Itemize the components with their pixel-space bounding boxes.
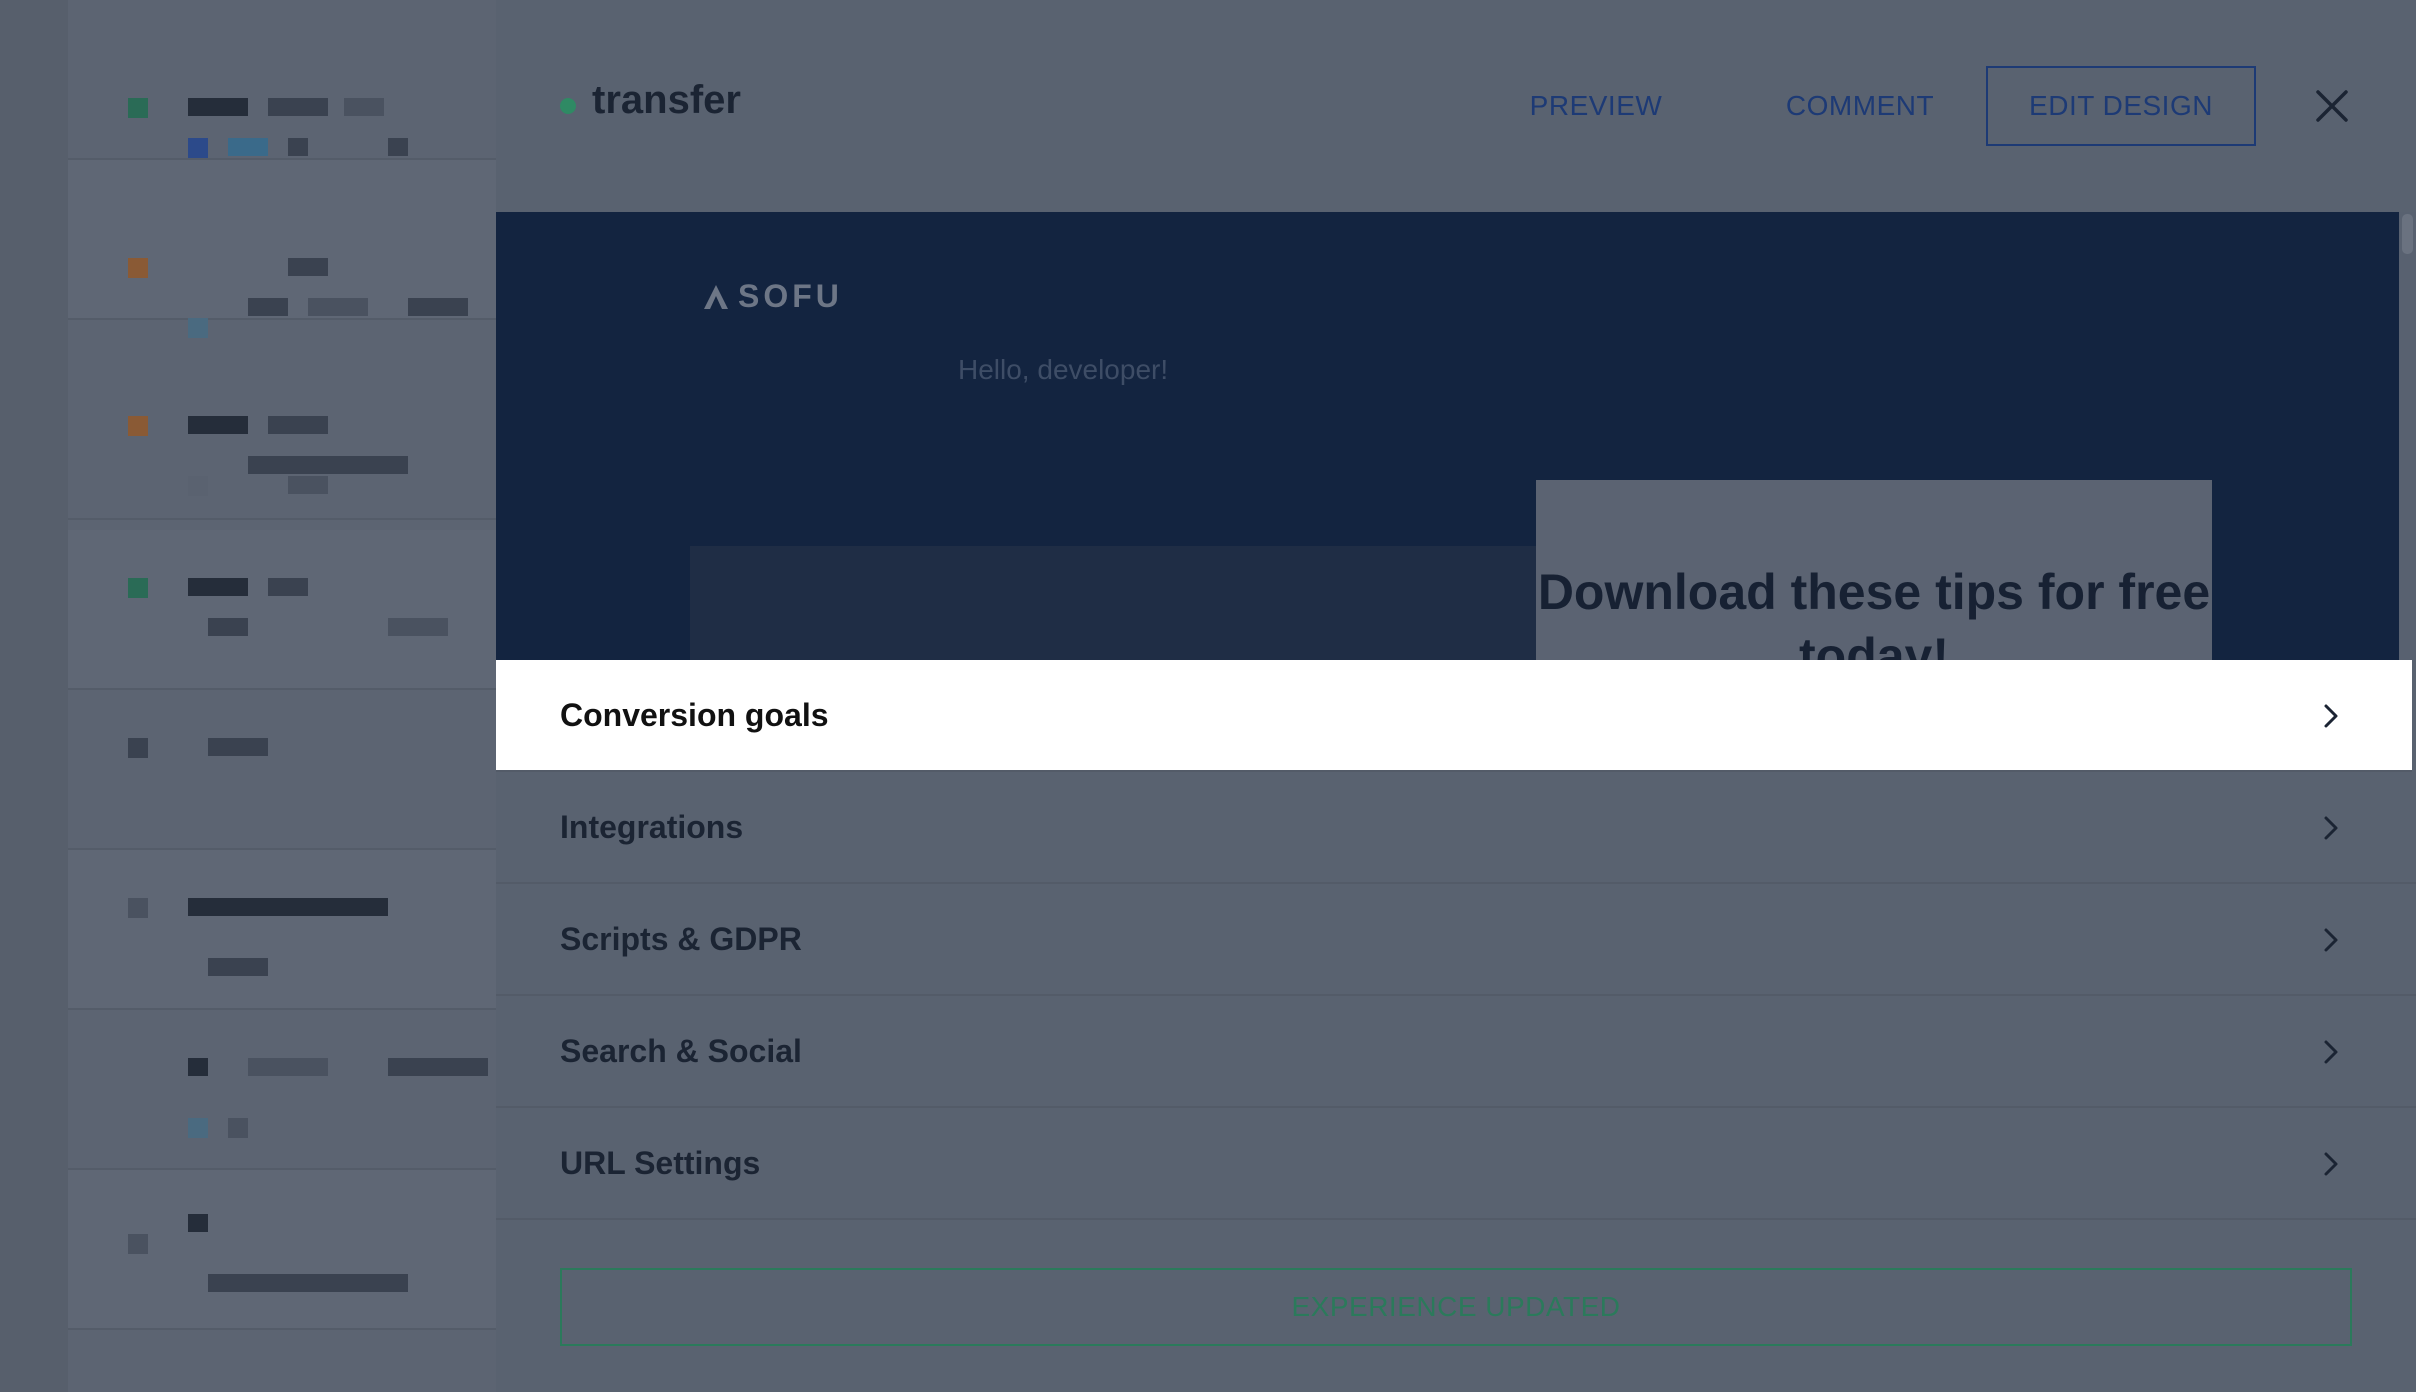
experience-updated-button[interactable]: EXPERIENCE UPDATED (560, 1268, 2352, 1346)
background-list-row (68, 850, 496, 1010)
status-dot (560, 98, 576, 114)
background-list-row (68, 530, 496, 690)
settings-item-label: URL Settings (560, 1144, 761, 1181)
background-list-row (68, 0, 496, 160)
preview-logo-text: SOFU (738, 278, 843, 314)
background-list-row (68, 1170, 496, 1330)
chevron-right-icon (2320, 1146, 2344, 1182)
background-list-row (68, 1010, 496, 1170)
settings-item-label: Scripts & GDPR (560, 920, 802, 957)
settings-item-label: Search & Social (560, 1032, 802, 1069)
comment-button[interactable]: COMMENT (1760, 66, 1960, 146)
background-list-row (68, 160, 496, 338)
background-list-row (68, 360, 496, 520)
chevron-right-icon (2320, 922, 2344, 958)
chevron-right-icon (2320, 810, 2344, 846)
experience-drawer: transfer PREVIEW COMMENT EDIT DESIGN SOF… (496, 0, 2416, 1392)
preview-scrollbar-thumb[interactable] (2402, 214, 2413, 254)
background-gutter (0, 0, 68, 1392)
preview-download-card: Download these tips for free today! (1536, 480, 2212, 660)
preview-button[interactable]: PREVIEW (1526, 66, 1666, 146)
preview-scrollbar[interactable] (2399, 212, 2416, 660)
chevron-right-icon (2320, 1034, 2344, 1070)
background-list-row (68, 690, 496, 850)
preview-card-heading: Download these tips for free today! (1537, 564, 2211, 660)
settings-item-url-settings[interactable]: URL Settings (496, 1108, 2416, 1220)
preview-logo: SOFU (702, 278, 843, 315)
background-experience-list (0, 0, 496, 1392)
preview-hero-band (690, 546, 1538, 660)
close-icon[interactable] (2306, 80, 2358, 132)
chevron-right-icon (2320, 698, 2344, 734)
edit-design-button[interactable]: EDIT DESIGN (1986, 66, 2256, 146)
settings-item-label: Integrations (560, 808, 744, 845)
settings-item-scripts-gdpr[interactable]: Scripts & GDPR (496, 884, 2416, 996)
drawer-header: transfer PREVIEW COMMENT EDIT DESIGN (496, 0, 2416, 212)
settings-item-search-social[interactable]: Search & Social (496, 996, 2416, 1108)
page-preview[interactable]: SOFU Hello, developer! Download these ti… (496, 212, 2399, 660)
logo-mark-icon (704, 284, 728, 309)
preview-greeting: Hello, developer! (958, 354, 1169, 385)
settings-item-integrations[interactable]: Integrations (496, 772, 2416, 884)
experience-title: transfer (592, 78, 741, 122)
settings-item-label: Conversion goals (560, 696, 829, 733)
settings-item-conversion-goals[interactable]: Conversion goals (496, 660, 2412, 772)
